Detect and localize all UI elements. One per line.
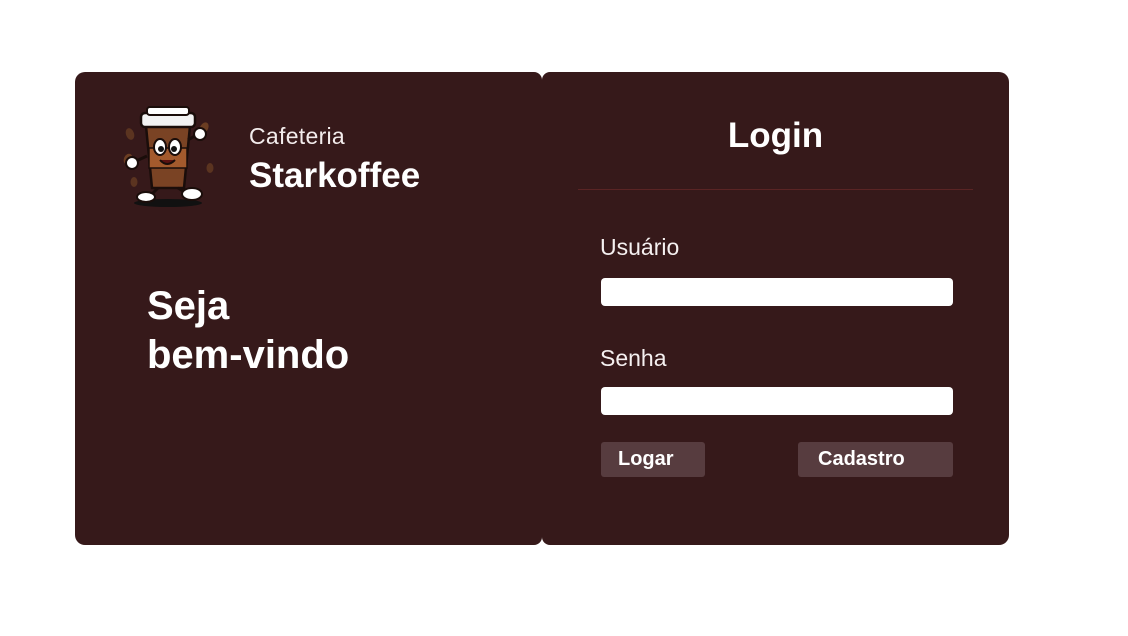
password-input[interactable] (601, 387, 953, 415)
welcome-message: Seja bem-vindo (147, 282, 349, 380)
welcome-panel: Cafeteria Starkoffee Seja bem-vindo (75, 72, 542, 545)
login-title: Login (727, 116, 824, 155)
username-input[interactable] (601, 278, 953, 306)
welcome-line-2: bem-vindo (147, 333, 350, 377)
username-label: Usuário (600, 234, 680, 260)
register-button[interactable]: Cadastro (798, 442, 953, 477)
login-panel: Login Usuário Senha Logar Cadastro (542, 72, 1009, 545)
login-button[interactable]: Logar (601, 442, 705, 477)
coffee-cup-mascot-icon (123, 106, 214, 207)
password-label: Senha (600, 345, 667, 371)
title-divider (578, 189, 973, 190)
welcome-line-1: Seja (147, 284, 230, 328)
brand-name: Starkoffee (249, 156, 421, 195)
brand-subtitle: Cafeteria (249, 123, 346, 149)
